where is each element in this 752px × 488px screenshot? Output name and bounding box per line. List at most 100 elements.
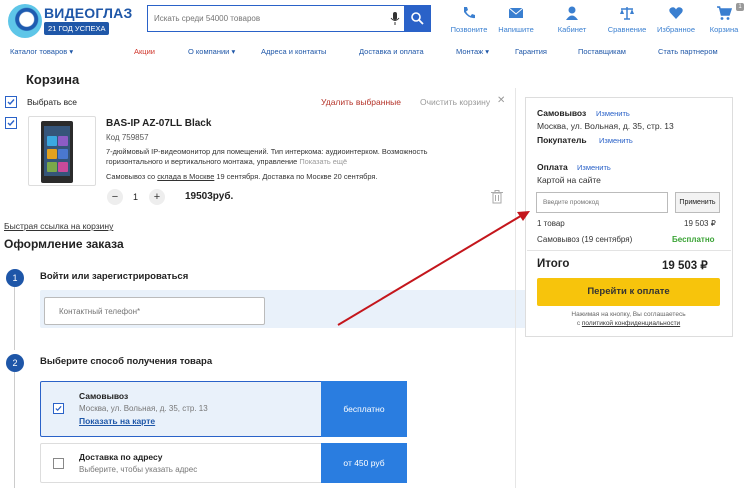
user-icon xyxy=(566,6,578,20)
step-1-title: Войти или зарегистрироваться xyxy=(40,271,189,282)
select-all-checkbox[interactable] xyxy=(5,96,17,108)
summary-items-value: 19 503 ₽ xyxy=(684,219,716,228)
nav-installation[interactable]: Монтаж ▾ xyxy=(456,47,489,56)
step-2-number: 2 xyxy=(6,354,24,372)
account-button[interactable]: Кабинет xyxy=(544,5,600,34)
product-description-text: 7-дюймовый IP-видеомонитор для помещений… xyxy=(106,147,428,166)
microphone-icon[interactable] xyxy=(390,12,400,25)
product-image[interactable] xyxy=(28,116,96,186)
step-2-title: Выберите способ получения товара xyxy=(40,356,213,367)
checkmark-icon xyxy=(7,120,15,127)
nav-warranty[interactable]: Гарантия xyxy=(515,47,547,56)
cart-title: Корзина xyxy=(26,72,80,87)
delete-selected-link[interactable]: Удалить выбранные xyxy=(321,97,401,107)
availability-prefix: Самовывоз со xyxy=(106,172,158,181)
address-delivery-price: от 450 руб xyxy=(321,443,407,483)
summary-pickup-address: Москва, ул. Вольная, д. 35, стр. 13 xyxy=(537,121,674,131)
product-availability: Самовывоз со склада в Москве 19 сентября… xyxy=(106,172,377,181)
nav-addresses[interactable]: Адреса и контакты xyxy=(261,47,326,56)
checkmark-icon xyxy=(55,405,62,412)
show-on-map-link[interactable]: Показать на карте xyxy=(79,416,155,426)
phone-field-wrapper xyxy=(44,297,265,325)
total-value: 19 503 ₽ xyxy=(662,260,708,272)
agreement-text: Нажимая на кнопку, Вы соглашаетесь с пол… xyxy=(537,310,720,328)
header-label-call: Позвоните xyxy=(450,25,488,34)
step-connector xyxy=(14,287,15,350)
decrease-quantity-button[interactable]: − xyxy=(107,189,123,205)
increase-quantity-button[interactable]: + xyxy=(149,189,165,205)
step-1-number: 1 xyxy=(6,269,24,287)
compare-button[interactable]: Сравнение xyxy=(599,5,655,34)
change-buyer-link[interactable]: Изменить xyxy=(599,136,633,145)
privacy-policy-link[interactable]: политикой конфиденциальности xyxy=(582,320,680,327)
availability-suffix: 19 сентября. Доставка по Москве 20 сентя… xyxy=(214,172,378,181)
step-connector xyxy=(14,372,15,488)
summary-buyer-label: Покупатель xyxy=(537,135,587,145)
cart-button[interactable]: 1 Корзина xyxy=(696,3,752,34)
header-label-account: Кабинет xyxy=(557,25,587,34)
brand-name: ВИДЕОГЛАЗ xyxy=(44,5,133,21)
nav-promotions[interactable]: Акции xyxy=(134,47,155,56)
clear-cart-link[interactable]: Очистить корзину xyxy=(420,97,490,107)
summary-items-label: 1 товар xyxy=(537,219,565,228)
search-icon xyxy=(411,12,424,25)
product-description: 7-дюймовый IP-видеомонитор для помещений… xyxy=(106,147,451,167)
nav-partner[interactable]: Стать партнером xyxy=(658,47,718,56)
trash-icon[interactable] xyxy=(491,190,503,204)
pickup-price: бесплатно xyxy=(321,381,407,437)
pickup-address: Москва, ул. Вольная, д. 35, стр. 13 xyxy=(79,404,208,413)
quick-cart-link[interactable]: Быстрая ссылка на корзину xyxy=(4,221,113,231)
summary-divider xyxy=(527,250,731,251)
address-delivery-checkbox[interactable] xyxy=(53,458,64,469)
search-input[interactable] xyxy=(148,6,388,31)
header-label-cart: Корзина xyxy=(709,25,739,34)
agreement-line-1: Нажимая на кнопку, Вы соглашаетесь xyxy=(571,311,686,318)
show-more-link[interactable]: Показать ещё xyxy=(299,157,347,166)
cart-icon xyxy=(717,6,732,20)
apply-promo-button[interactable]: Применить xyxy=(675,192,720,213)
product-checkbox[interactable] xyxy=(5,117,17,129)
delivery-option-pickup[interactable]: Самовывоз Москва, ул. Вольная, д. 35, ст… xyxy=(40,381,407,437)
column-divider xyxy=(515,88,516,488)
promo-field-wrapper xyxy=(536,192,668,213)
scales-icon xyxy=(620,7,634,20)
product-name[interactable]: BAS-IP AZ-07LL Black xyxy=(106,118,211,129)
brand-logo[interactable] xyxy=(8,4,42,38)
write-us-button[interactable]: Напишите xyxy=(488,5,544,34)
brand-tagline: 21 ГОД УСПЕХА xyxy=(44,22,110,35)
phone-input[interactable] xyxy=(45,298,264,324)
header-label-write: Напишите xyxy=(498,25,534,34)
select-all-label: Выбрать все xyxy=(27,97,77,107)
nav-catalog[interactable]: Каталог товаров ▾ xyxy=(10,47,73,56)
proceed-to-payment-button[interactable]: Перейти к оплате xyxy=(537,278,720,306)
warehouse-link[interactable]: склада в Москве xyxy=(157,172,214,181)
summary-delivery-label: Самовывоз (19 сентября) xyxy=(537,235,633,244)
checkout-title: Оформление заказа xyxy=(4,237,124,251)
quantity-value[interactable]: 1 xyxy=(133,192,138,202)
search-button[interactable] xyxy=(404,5,431,32)
nav-delivery[interactable]: Доставка и оплата xyxy=(359,47,424,56)
search-bar xyxy=(147,5,431,32)
summary-delivery-value: Бесплатно xyxy=(672,235,715,244)
delivery-option-address[interactable]: Доставка по адресу Выберите, чтобы указа… xyxy=(40,443,407,483)
promo-code-input[interactable] xyxy=(537,193,667,212)
agreement-line-2: с политикой конфиденциальности xyxy=(537,319,720,328)
checkmark-icon xyxy=(7,99,15,106)
cart-count-badge: 1 xyxy=(736,3,744,11)
mail-icon xyxy=(508,7,524,18)
change-payment-link[interactable]: Изменить xyxy=(577,163,611,172)
product-price: 19503руб. xyxy=(185,191,234,202)
address-delivery-title: Доставка по адресу xyxy=(79,452,163,462)
nav-suppliers[interactable]: Поставщикам xyxy=(578,47,626,56)
summary-payment-method: Картой на сайте xyxy=(537,175,601,185)
pickup-checkbox[interactable] xyxy=(53,403,64,414)
header-label-favorites: Избранное xyxy=(656,25,695,34)
nav-about[interactable]: О компании ▾ xyxy=(188,47,235,56)
change-pickup-link[interactable]: Изменить xyxy=(596,109,630,118)
phone-icon xyxy=(464,7,475,19)
address-delivery-hint: Выберите, чтобы указать адрес xyxy=(79,465,198,474)
pickup-title: Самовывоз xyxy=(79,391,129,401)
heart-icon xyxy=(669,7,683,19)
summary-payment-label: Оплата xyxy=(537,162,568,172)
clear-cart-icon[interactable]: ✕ xyxy=(497,95,505,106)
